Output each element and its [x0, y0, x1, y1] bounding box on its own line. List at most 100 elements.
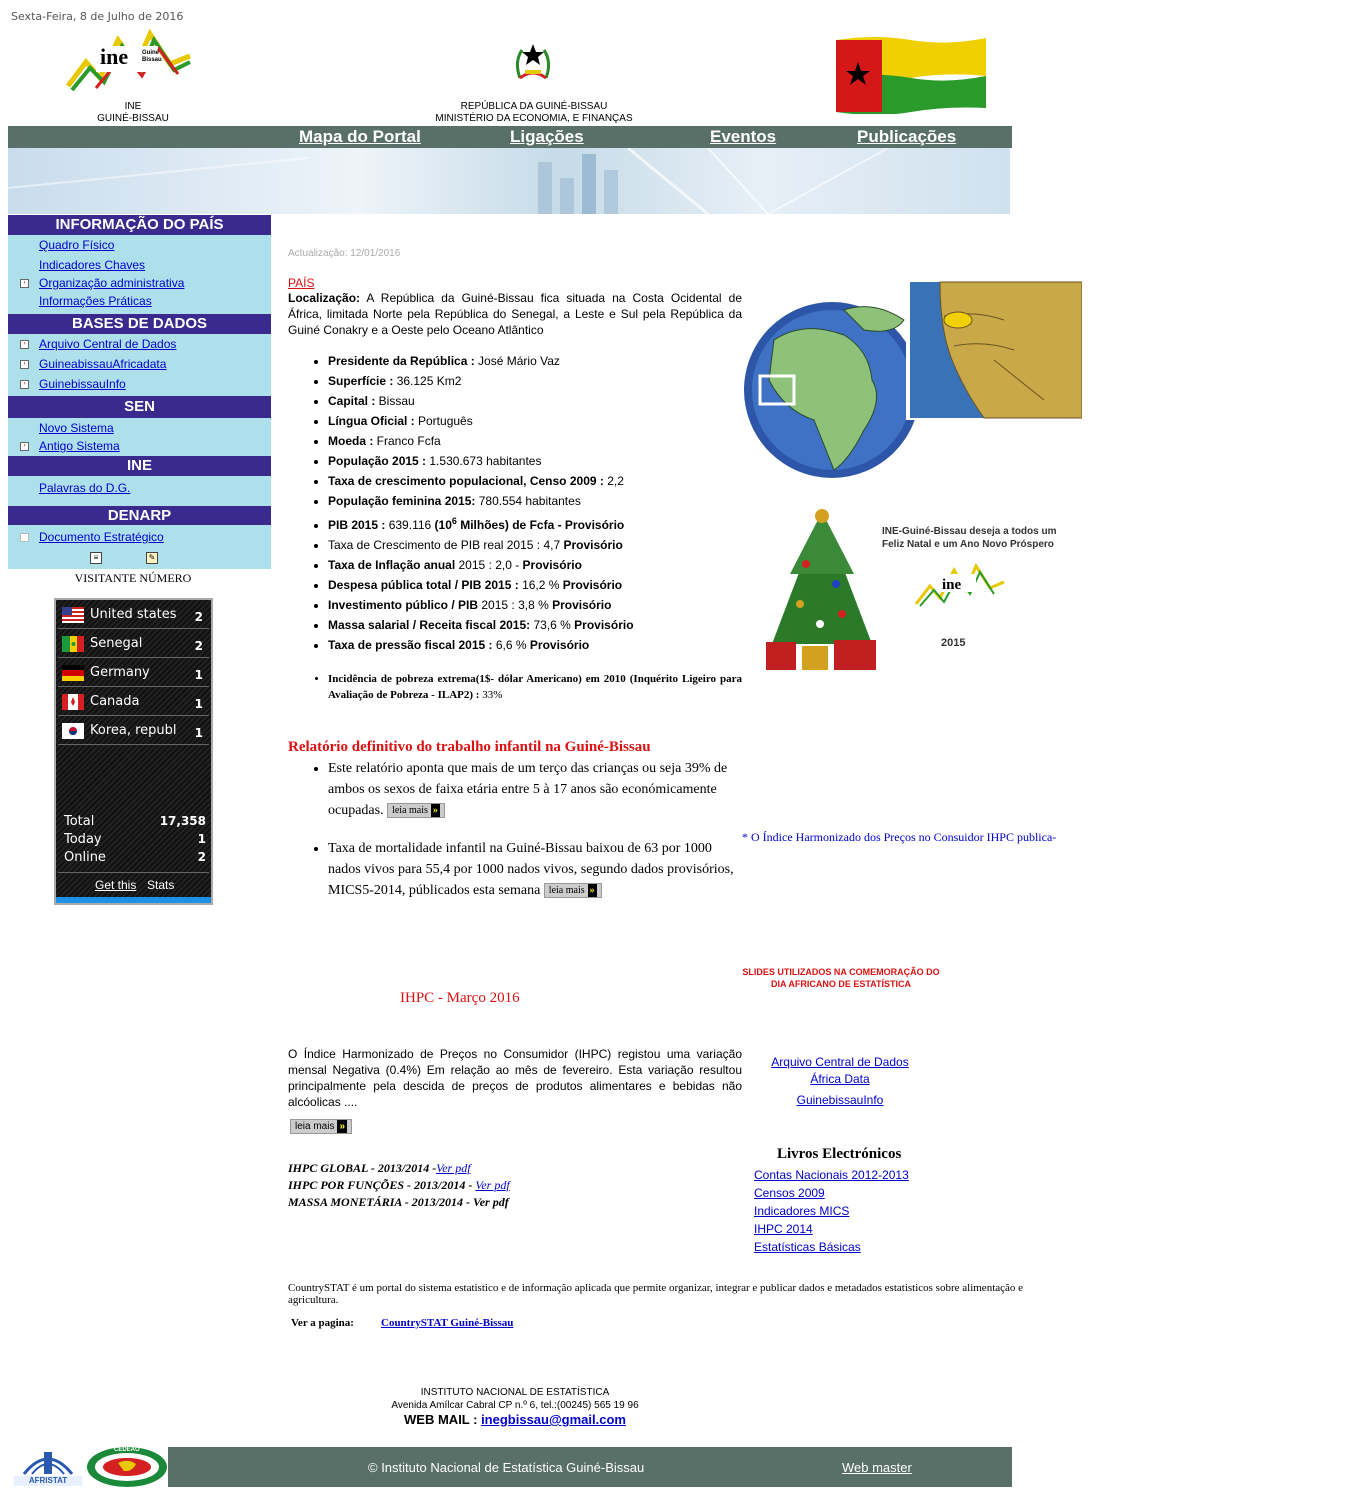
get-this-link[interactable]: Get this [95, 878, 136, 892]
guinea-bissau-flag-icon [836, 36, 986, 115]
fact-item: Despesa pública total / PIB 2015 : 16,2 … [328, 577, 742, 593]
stats-bottom-bar [56, 897, 211, 903]
ver-pdf-link[interactable]: Ver pdf [436, 1161, 470, 1175]
fact-item: Língua Oficial : Português [328, 413, 742, 429]
localizacao-label: Localização: [288, 291, 361, 305]
fact-item: Taxa de Inflação anual 2015 : 2,0 - Prov… [328, 557, 742, 573]
africa-map-image [744, 280, 1083, 490]
stats-country-count: 2 [194, 639, 203, 653]
stats-total: Total 17,358 [64, 814, 206, 829]
sidebar-item-africadata[interactable]: › GuineabissauAfricadata [8, 355, 271, 375]
stats-row-senegal: Senegal 2 [58, 630, 209, 658]
livro-link[interactable]: IHPC 2014 [754, 1220, 909, 1238]
sidebar-item-arquivo[interactable]: › Arquivo Central de Dados [8, 335, 271, 355]
stats-country-count: 1 [194, 697, 203, 711]
ihpc-title[interactable]: IHPC - Março 2016 [400, 990, 520, 1007]
relatorio-item: Taxa de mortalidade infantil na Guiné-Bi… [328, 838, 742, 901]
afristat-text: AFRISTAT [28, 1476, 68, 1485]
edit-icon[interactable]: ✎ [146, 552, 158, 564]
sidebar-item-antigo-sistema[interactable]: › Antigo Sistema [8, 437, 271, 455]
us-flag-icon [62, 607, 84, 623]
bullet-arrow-icon: › [20, 442, 29, 451]
bullet-arrow-icon: › [20, 340, 29, 349]
sidebar-item-organizacao[interactable]: › Organização administrativa [8, 274, 271, 292]
sidebar-item-informacoes[interactable]: Informações Práticas [8, 292, 271, 310]
cedeao-logo[interactable]: CEDEAO [86, 1446, 168, 1488]
sidebar-item-indicadores[interactable]: Indicadores Chaves [8, 256, 271, 274]
sidebar-heading-denarp: DENARP [8, 506, 271, 525]
sidebar-item-palavras[interactable]: Palavras do D.G. [8, 479, 271, 497]
fact-item: População feminina 2015: 780.554 habitan… [328, 493, 742, 509]
senegal-flag-icon [62, 636, 84, 652]
guinebissauinfo-link[interactable]: GuinebissauInfo [740, 1092, 940, 1109]
list-view-icon[interactable]: ≡ [90, 552, 102, 564]
livro-link[interactable]: Estatísticas Básicas [754, 1238, 909, 1256]
stats-country-name: Canada [90, 694, 140, 709]
localizacao-text: Localização: A República da Guiné-Bissau… [288, 290, 742, 338]
visitor-label: VISITANTE NÚMERO [74, 571, 192, 585]
fact-item: Superfície : 36.125 Km2 [328, 373, 742, 389]
countrystat-text: CountrySTAT é um portal do sistema estat… [288, 1282, 1024, 1306]
pdf-line: MASSA MONETÁRIA - 2013/2014 - Ver pdf [288, 1195, 509, 1209]
stats-country-name: Senegal [90, 636, 143, 651]
canada-flag-icon [62, 694, 84, 710]
afristat-logo[interactable]: AFRISTAT [10, 1444, 86, 1488]
relatorio-title: Relatório definitivo do trabalho infanti… [288, 739, 651, 755]
stats-row-us: United states 2 [58, 601, 209, 629]
nav-ligacoes[interactable]: Ligações [510, 127, 584, 147]
livros-list: Contas Nacionais 2012-2013 Censos 2009 I… [754, 1166, 909, 1256]
visitor-stats-widget: United states 2 Senegal 2 Germany 1 Cana… [54, 598, 213, 905]
fact-item: Taxa de crescimento populacional, Censo … [328, 473, 742, 489]
email-link[interactable]: inegbissau@gmail.com [481, 1412, 626, 1427]
relatorio-item: Este relatório aponta que mais de um ter… [328, 758, 742, 821]
livro-link[interactable]: Censos 2009 [754, 1184, 909, 1202]
republic-caption-line2: MINISTÉRIO DA ECONOMIA, E FINANÇAS [435, 113, 633, 124]
banner-graphic [8, 148, 889, 214]
stats-country-name: United states [90, 607, 177, 622]
africa-data-link[interactable]: África Data [740, 1071, 940, 1088]
sidebar-item-guinebissauinfo[interactable]: › GuinebissauInfo [8, 375, 271, 395]
contact-block: INSTITUTO NACIONAL DE ESTATÍSTICA Avenid… [360, 1386, 670, 1426]
pdf-list: IHPC GLOBAL - 2013/2014 -Ver pdf IHPC PO… [288, 1160, 510, 1211]
stats-country-count: 1 [194, 726, 203, 740]
greeting-text: INE-Guiné-Bissau deseja a todos um Feliz… [882, 525, 1056, 551]
nav-eventos[interactable]: Eventos [710, 127, 776, 147]
pobreza-list: Incidência de pobreza extrema(1$- dólar … [288, 671, 742, 703]
slides-link[interactable]: SLIDES UTILIZADOS NA COMEMORAÇÃO DO DIA … [741, 966, 941, 990]
fact-item: Moeda : Franco Fcfa [328, 433, 742, 449]
sidebar-item-novo-sistema[interactable]: Novo Sistema [8, 419, 271, 437]
nav-publicacoes[interactable]: Publicações [857, 127, 956, 147]
pais-link[interactable]: PAÍS [288, 276, 742, 290]
sidebar: INFORMAÇÃO DO PAÍS Quadro Físico Indicad… [8, 215, 271, 586]
sidebar-item-quadro-fisico[interactable]: Quadro Físico [8, 236, 271, 254]
sidebar-item-documento[interactable]: Documento Estratégico [8, 528, 271, 546]
contact-mail: WEB MAIL : inegbissau@gmail.com [404, 1412, 626, 1427]
germany-flag-icon [62, 665, 84, 681]
arquivo-central-link[interactable]: Arquivo Central de Dados [740, 1054, 940, 1071]
countrystat-link[interactable]: CountrySTAT Guiné-Bissau [381, 1317, 513, 1329]
webmaster-link[interactable]: Web master [842, 1460, 912, 1475]
nav-mapa-do-portal[interactable]: Mapa do Portal [299, 127, 421, 147]
double-arrow-icon: » [587, 884, 597, 898]
livro-link[interactable]: Contas Nacionais 2012-2013 [754, 1166, 909, 1184]
bullet-arrow-icon: › [20, 279, 29, 288]
ver-pdf-link[interactable]: Ver pdf [475, 1178, 509, 1192]
stats-row-germany: Germany 1 [58, 659, 209, 687]
relatorio-list: Este relatório aponta que mais de um ter… [288, 758, 742, 901]
ine-logo[interactable]: ine Guiné Bissau [66, 26, 194, 96]
livro-link[interactable]: Indicadores MICS [754, 1202, 909, 1220]
fact-item: População 2015 : 1.530.673 habitantes [328, 453, 742, 469]
contact-line2: Avenida Amílcar Cabral CP n.º 6, tel.:(0… [391, 1400, 639, 1411]
stats-today: Today 1 [64, 832, 206, 847]
leia-mais-button[interactable]: leia mais» [543, 883, 602, 899]
stats-row-korea: Korea, republ 1 [58, 717, 209, 745]
leia-mais-button[interactable]: leia mais» [290, 1119, 353, 1135]
leia-mais-button[interactable]: leia mais» [387, 803, 445, 819]
republic-caption-line1: REPÚBLICA DA GUINÉ-BISSAU [460, 101, 608, 112]
main-content: Actualização: 12/01/2016 PAÍS Localizaçã… [288, 248, 742, 901]
double-arrow-icon: » [337, 1120, 348, 1134]
fact-item: Taxa de pressão fiscal 2015 : 6,6 % Prov… [328, 637, 742, 653]
news-ticker[interactable]: * O Índice Harmonizado dos Preços no Con… [742, 830, 1056, 845]
fact-item: Massa salarial / Receita fiscal 2015: 73… [328, 617, 742, 633]
ine-logo-sub: Guiné Bissau [142, 50, 162, 63]
